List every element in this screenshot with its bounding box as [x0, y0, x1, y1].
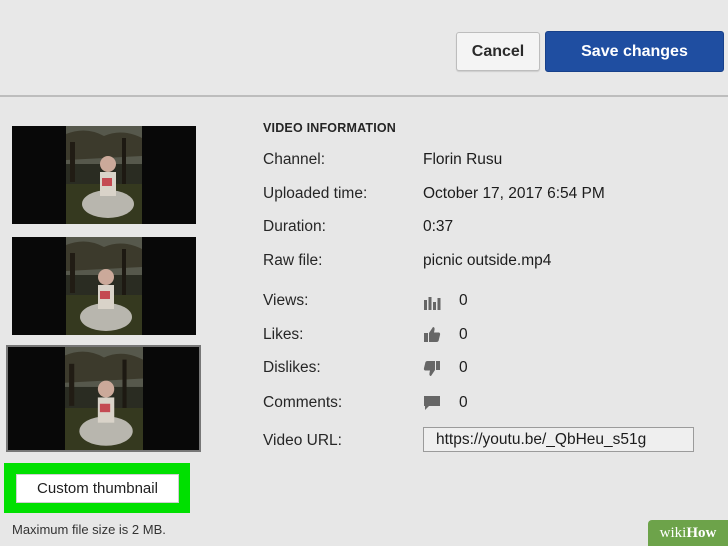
duration-value: 0:37 [423, 218, 454, 235]
thumbs-down-icon [423, 361, 440, 376]
wikihow-watermark: wiki How [648, 520, 728, 546]
thumbnail-image [66, 126, 142, 224]
bar-chart-icon [424, 297, 441, 310]
save-changes-button[interactable]: Save changes [545, 31, 724, 72]
watermark-prefix: wiki [659, 524, 687, 541]
video-url-label: Video URL: [263, 432, 342, 449]
thumbnail-image [66, 237, 142, 335]
thumbnail-image [64, 347, 143, 450]
raw-file-value: picnic outside.mp4 [423, 252, 552, 269]
custom-thumbnail-button[interactable]: Custom thumbnail [16, 474, 179, 503]
channel-value: Florin Rusu [423, 151, 503, 168]
views-count: 0 [459, 292, 468, 309]
header-divider [0, 95, 728, 97]
cancel-button[interactable]: Cancel [456, 32, 540, 71]
likes-label: Likes: [263, 326, 304, 343]
thumbnail-option-3[interactable] [6, 345, 201, 452]
thumbs-up-icon [424, 327, 441, 342]
max-file-size-note: Maximum file size is 2 MB. [12, 522, 166, 537]
dislikes-count: 0 [459, 359, 468, 376]
video-url-field[interactable] [423, 427, 694, 452]
uploaded-time-label: Uploaded time: [263, 185, 368, 202]
video-information-title: VIDEO INFORMATION [263, 121, 397, 135]
comment-icon [424, 396, 440, 410]
comments-count: 0 [459, 394, 468, 411]
thumbnail-option-2[interactable] [12, 237, 196, 335]
raw-file-label: Raw file: [263, 252, 323, 269]
watermark-suffix: How [686, 524, 717, 541]
views-label: Views: [263, 292, 309, 309]
channel-label: Channel: [263, 151, 326, 168]
dislikes-label: Dislikes: [263, 359, 321, 376]
uploaded-time-value: October 17, 2017 6:54 PM [423, 185, 605, 202]
thumbnail-option-1[interactable] [12, 126, 196, 224]
likes-count: 0 [459, 326, 468, 343]
comments-label: Comments: [263, 394, 343, 411]
duration-label: Duration: [263, 218, 326, 235]
